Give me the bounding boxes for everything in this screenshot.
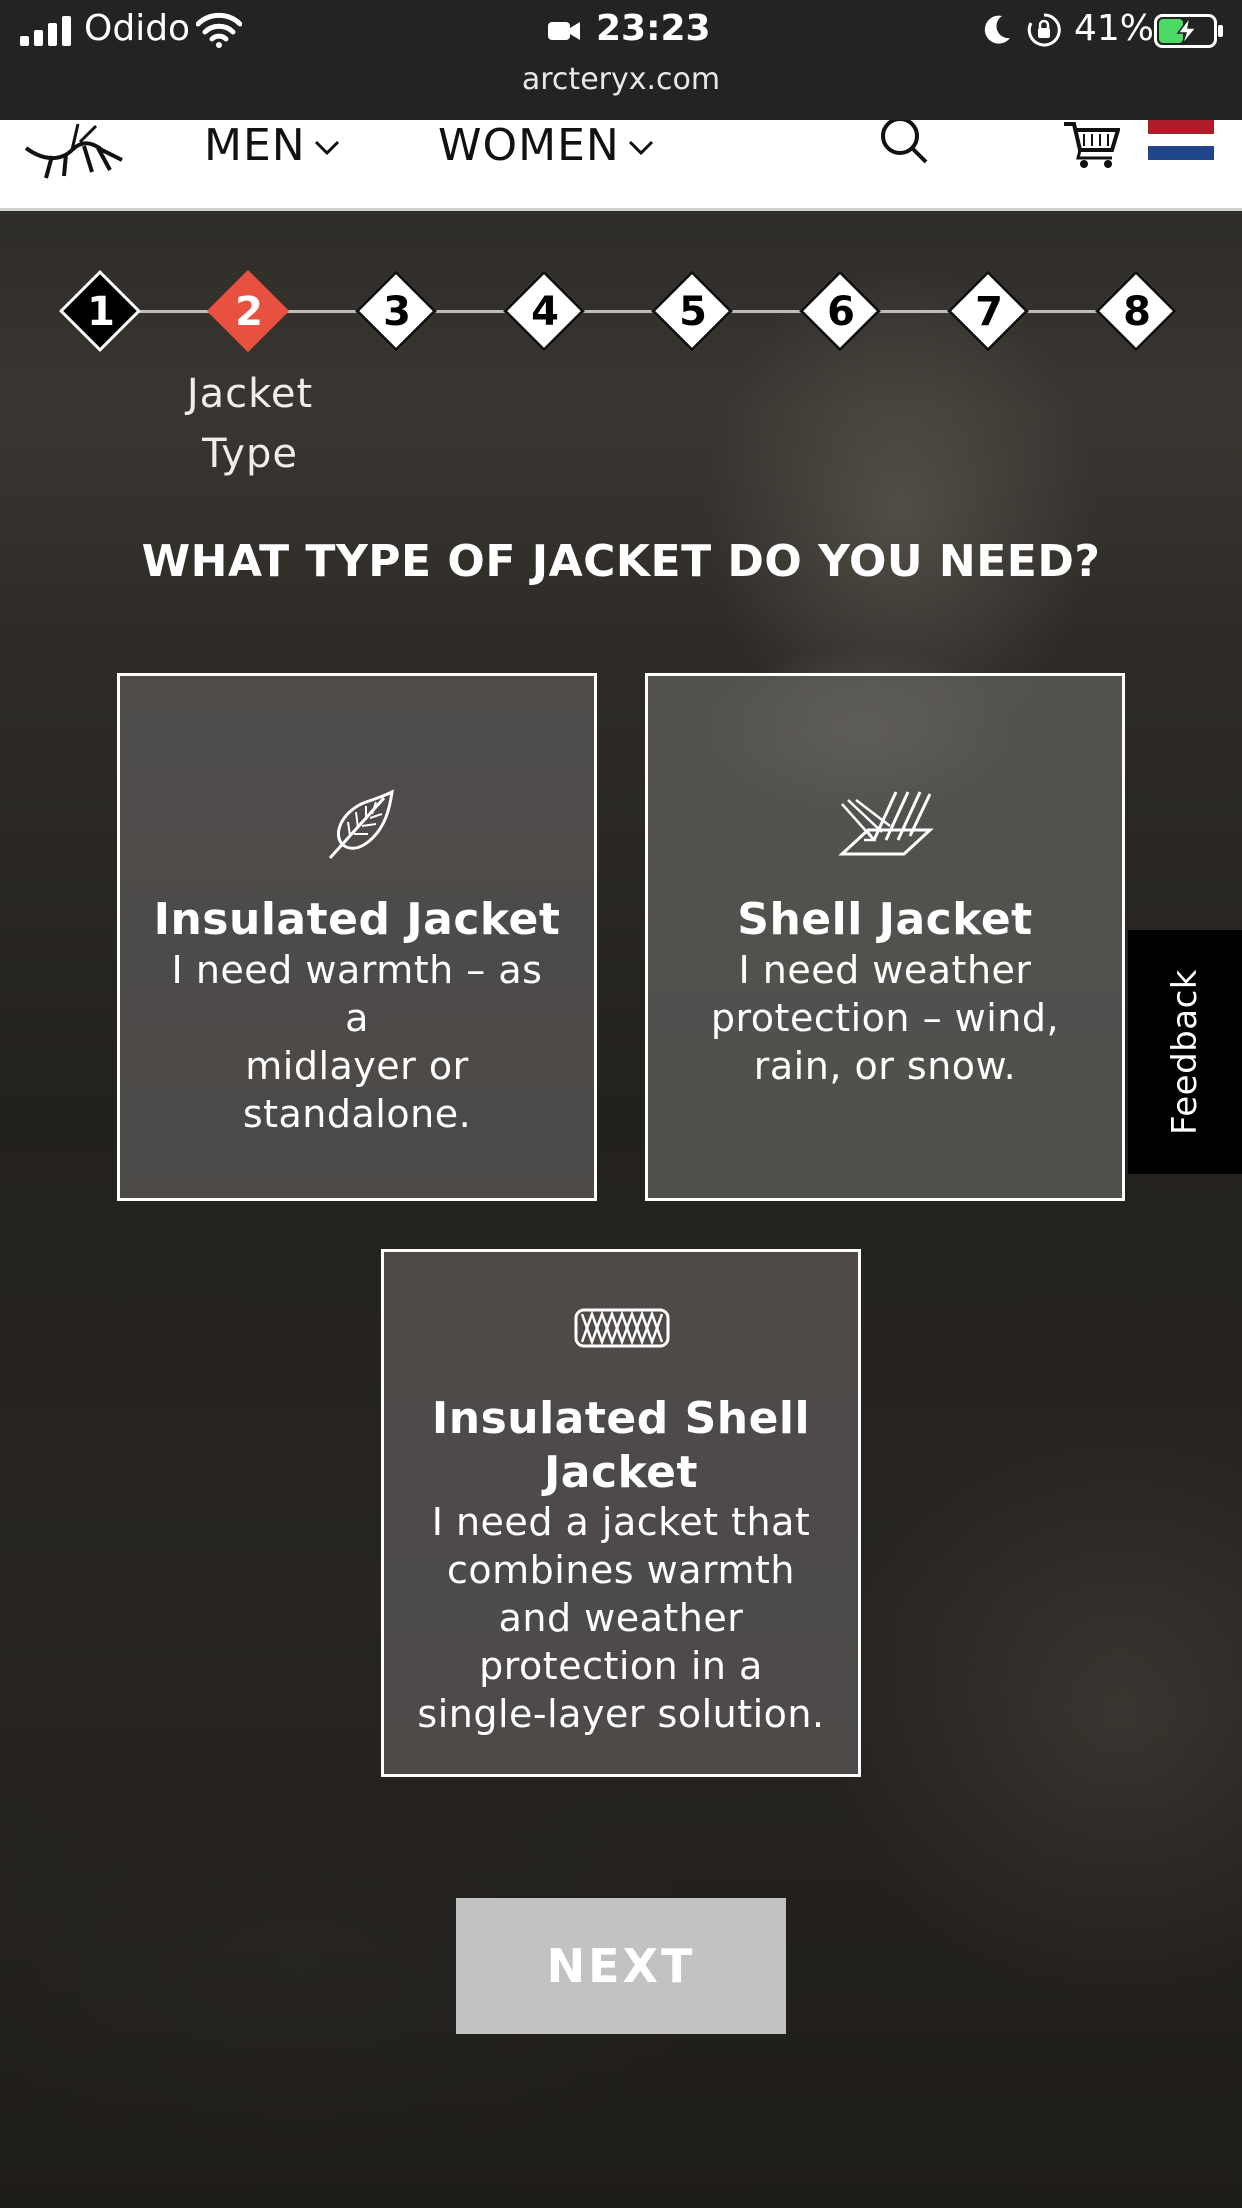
netherlands-flag-icon[interactable]: [1148, 120, 1214, 160]
nav-men-label: MEN: [204, 120, 306, 171]
option-title: Shell Jacket: [737, 894, 1033, 945]
rain-surface-icon: [838, 791, 934, 856]
option-description-line: rain, or snow.: [753, 1044, 1017, 1088]
option-description: I need warmth – as a midlayer or standal…: [160, 946, 554, 1138]
active-step-label-line2: Type: [202, 431, 298, 477]
step-1[interactable]: 1: [58, 269, 143, 354]
question-heading: WHAT TYPE OF JACKET DO YOU NEED?: [141, 536, 1101, 587]
option-insulated-jacket[interactable]: Insulated Jacket I need warmth – as a mi…: [117, 673, 597, 1201]
step-8[interactable]: 8: [1094, 269, 1179, 354]
step-number: 8: [1123, 289, 1151, 335]
nav-men[interactable]: MEN: [204, 120, 340, 180]
signal-icon: [20, 16, 71, 46]
active-step-label-line1: Jacket: [186, 371, 314, 417]
facetime-camera-icon: [548, 22, 580, 40]
option-description-line: and weather: [498, 1596, 744, 1640]
clock: 23:23: [596, 8, 711, 49]
arcteryx-logo-icon[interactable]: [22, 120, 126, 180]
option-description-line: standalone.: [242, 1092, 472, 1136]
chevron-down-icon: [628, 140, 653, 156]
step-number: 5: [679, 289, 707, 335]
step-number: 1: [87, 289, 115, 335]
option-description-line: protection in a: [479, 1644, 763, 1688]
cart-icon[interactable]: [1062, 120, 1120, 170]
step-number: 2: [235, 289, 263, 335]
url-text: arcteryx.com: [521, 62, 721, 97]
option-title: Insulated Jacket: [153, 894, 561, 945]
option-description-line: midlayer or: [245, 1044, 469, 1088]
option-description-line: protection – wind,: [710, 996, 1060, 1040]
option-title-line: Jacket: [543, 1447, 699, 1498]
step-7[interactable]: 7: [946, 269, 1031, 354]
option-description: I need a jacket that combines warmth and…: [404, 1498, 838, 1738]
address-bar[interactable]: arcteryx.com: [0, 62, 1242, 120]
option-title: Insulated Shell Jacket: [384, 1392, 858, 1500]
step-number: 4: [531, 289, 559, 335]
option-title-line: Insulated Shell: [431, 1393, 811, 1444]
insulation-baffle-icon: [574, 1308, 670, 1348]
next-button[interactable]: NEXT: [456, 1898, 786, 2034]
step-3[interactable]: 3: [354, 269, 439, 354]
step-number: 3: [383, 289, 411, 335]
battery-percent: 41%: [1074, 8, 1155, 49]
option-description-line: I need a jacket that: [431, 1500, 811, 1544]
step-2[interactable]: 2: [206, 269, 291, 354]
feedback-label: Feedback: [1165, 969, 1205, 1135]
option-insulated-shell-jacket[interactable]: Insulated Shell Jacket I need a jacket t…: [381, 1249, 861, 1777]
status-bar: Odido 23:23 41%: [0, 0, 1242, 62]
step-number: 6: [827, 289, 855, 335]
search-icon[interactable]: [878, 120, 932, 170]
chevron-down-icon: [314, 140, 339, 156]
option-description-line: combines warmth: [447, 1548, 795, 1592]
option-description-line: I need warmth – as a: [171, 948, 543, 1040]
step-4[interactable]: 4: [502, 269, 587, 354]
option-shell-jacket[interactable]: Shell Jacket I need weather protection –…: [645, 673, 1125, 1201]
option-description-line: I need weather: [738, 948, 1032, 992]
active-step-label: Jacket Type: [150, 364, 350, 484]
feedback-tab[interactable]: Feedback: [1128, 930, 1242, 1174]
carrier-name: Odido: [84, 8, 191, 49]
wifi-icon: [196, 12, 242, 48]
option-description-line: single-layer solution.: [417, 1692, 825, 1736]
step-number: 7: [975, 289, 1003, 335]
option-description: I need weather protection – wind, rain, …: [688, 946, 1082, 1090]
step-6[interactable]: 6: [798, 269, 883, 354]
site-header: MEN WOMEN: [0, 120, 1242, 211]
rotation-lock-icon: [1027, 13, 1061, 47]
nav-women-label: WOMEN: [438, 120, 620, 171]
step-5[interactable]: 5: [650, 269, 735, 354]
do-not-disturb-moon-icon: [984, 15, 1010, 44]
feather-icon: [328, 789, 394, 860]
nav-women[interactable]: WOMEN: [438, 120, 654, 180]
battery-charging-icon: [1154, 14, 1223, 48]
